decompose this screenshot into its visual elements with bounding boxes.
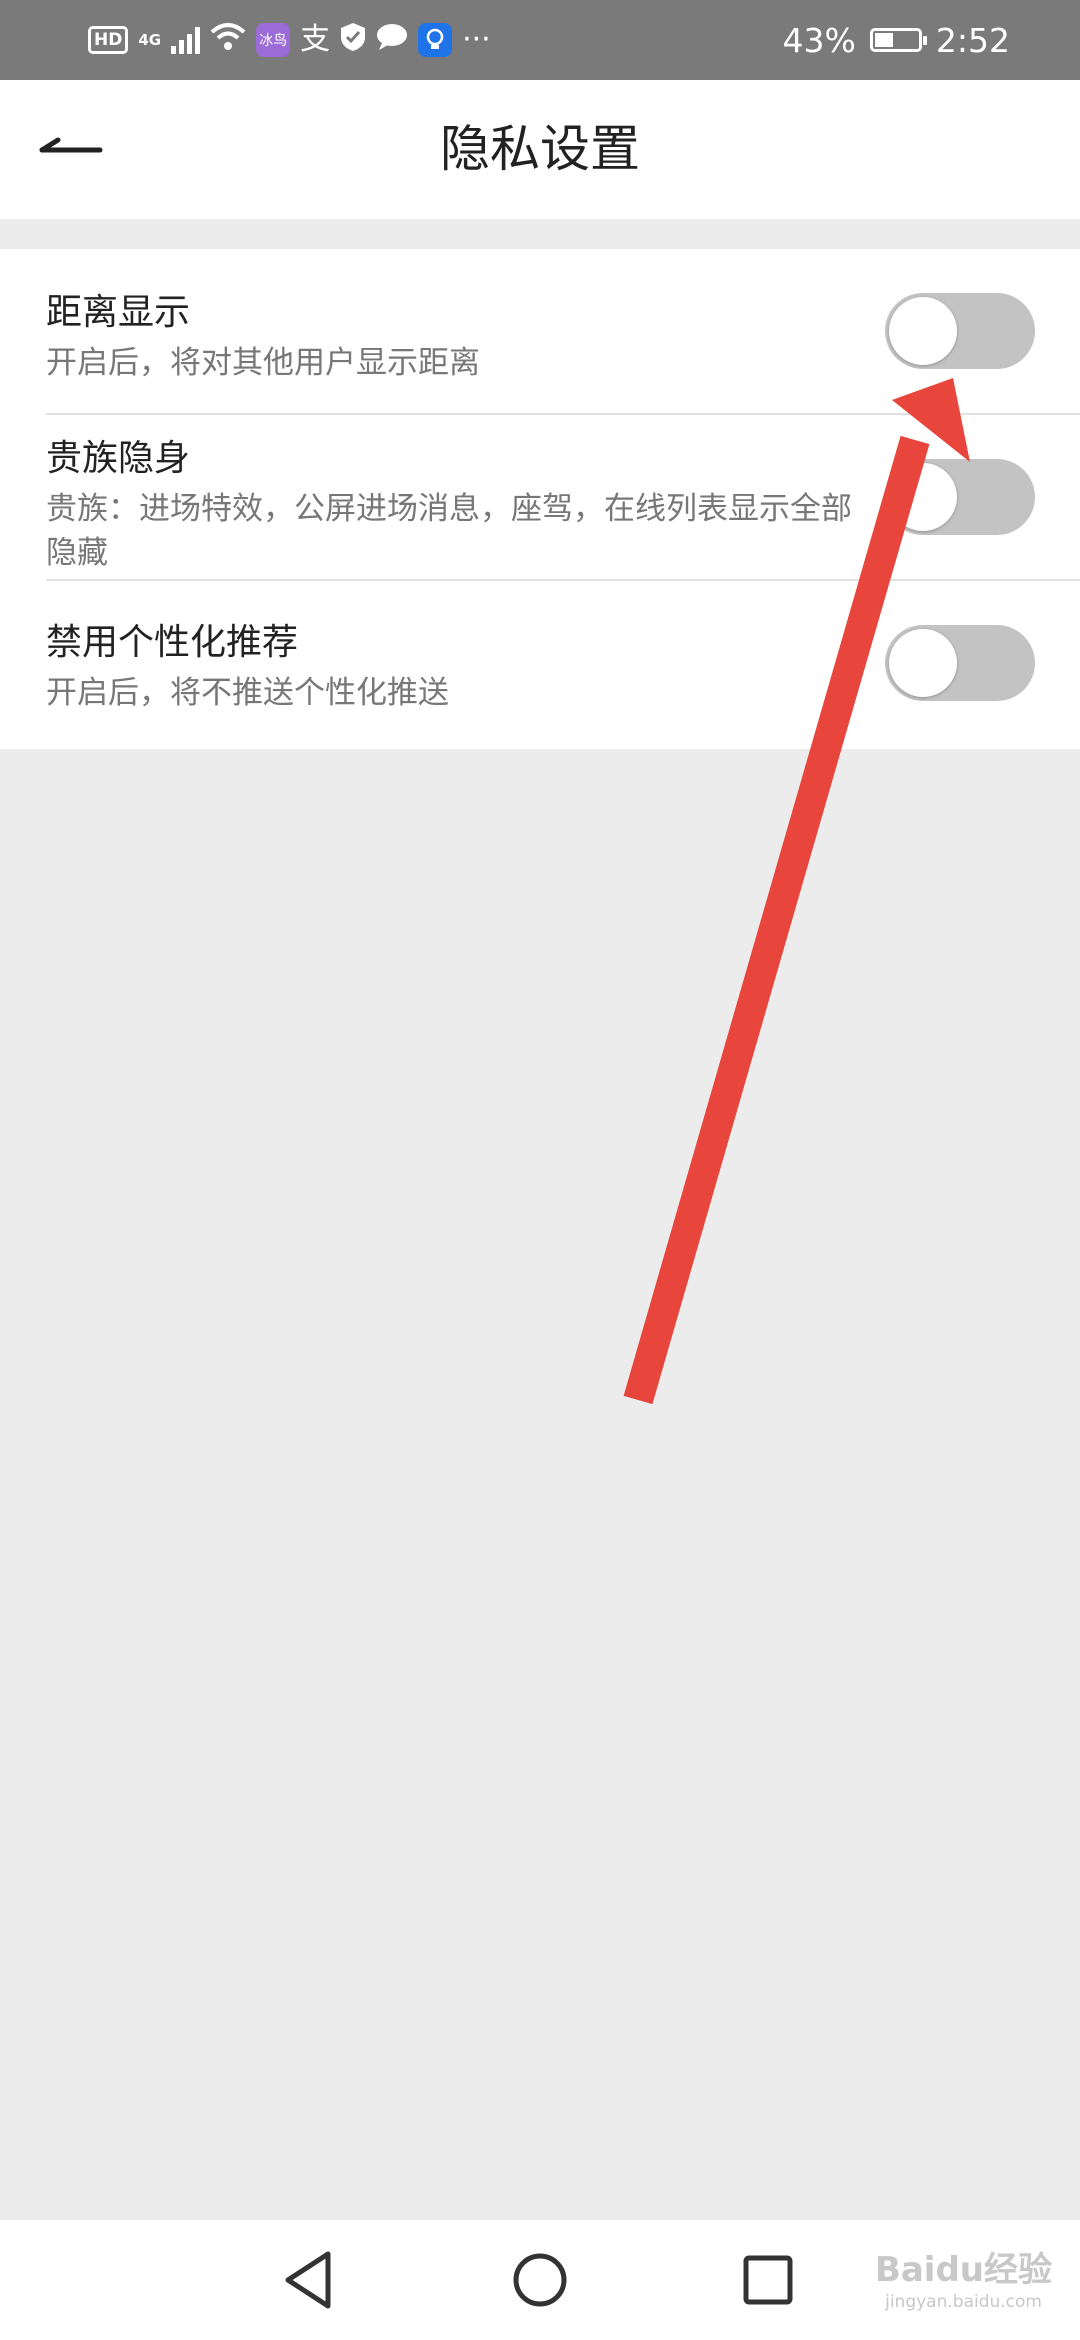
setting-description: 开启后，将对其他用户显示距离 <box>46 345 480 381</box>
toggle-knob <box>889 629 957 697</box>
setting-title: 距离显示 <box>46 292 191 333</box>
wifi-icon <box>210 22 246 58</box>
hd-indicator: HD <box>88 26 129 54</box>
baidu-watermark-url: jingyan.baidu.com <box>885 2292 1042 2312</box>
shield-icon <box>340 22 366 58</box>
signal-icon <box>171 26 201 54</box>
nav-back-button[interactable] <box>270 2240 350 2320</box>
network-type: 4G <box>138 31 162 49</box>
circle-home-icon <box>513 2253 567 2307</box>
toggle-knob <box>889 297 957 365</box>
setting-description: 贵族：进场特效，公屏进场消息，座驾，在线列表显示全部隐藏 <box>46 491 852 571</box>
baidu-watermark: Baidu经验 <box>874 2250 1052 2290</box>
square-recents-icon <box>743 2255 793 2305</box>
toggle-knob <box>889 463 957 531</box>
setting-row-distance-display[interactable]: 距离显示 开启后，将对其他用户显示距离 <box>0 249 1080 415</box>
nav-home-button[interactable] <box>500 2240 580 2320</box>
triangle-back-icon <box>285 2251 331 2309</box>
setting-title: 贵族隐身 <box>46 438 191 479</box>
alipay-icon: 支 <box>300 22 331 57</box>
nav-recents-button[interactable] <box>728 2240 808 2320</box>
setting-row-noble-invisible[interactable]: 贵族隐身 贵族：进场特效，公屏进场消息，座驾，在线列表显示全部隐藏 <box>0 415 1080 581</box>
noble-invisible-toggle[interactable] <box>885 459 1035 535</box>
lightbulb-icon <box>418 23 453 57</box>
setting-description: 开启后，将不推送个性化推送 <box>46 675 449 711</box>
battery-icon <box>869 28 927 52</box>
status-bar: HD 4G 冰鸟 支 ··· 43% 2:52 <box>0 0 1080 80</box>
status-icons-right: 43% 2:52 <box>783 0 1010 80</box>
setting-row-disable-personalized-recommendation[interactable]: 禁用个性化推荐 开启后，将不推送个性化推送 <box>0 581 1080 749</box>
app-header: 隐私设置 <box>0 80 1080 219</box>
clock: 2:52 <box>935 20 1010 60</box>
status-icons-left: HD 4G 冰鸟 支 ··· <box>88 0 491 80</box>
disable-personalized-recommendation-toggle[interactable] <box>885 625 1035 701</box>
privacy-settings-list: 距离显示 开启后，将对其他用户显示距离 贵族隐身 贵族：进场特效，公屏进场消息，… <box>0 249 1080 749</box>
more-notifications-icon: ··· <box>462 22 491 57</box>
battery-percent: 43% <box>782 20 856 60</box>
message-icon <box>376 23 408 57</box>
distance-display-toggle[interactable] <box>885 293 1035 369</box>
page-title: 隐私设置 <box>440 120 640 178</box>
system-navigation-bar: Baidu经验 jingyan.baidu.com <box>0 2220 1080 2340</box>
setting-title: 禁用个性化推荐 <box>46 622 299 663</box>
battery-level <box>874 33 893 47</box>
app-notification-icon: 冰鸟 <box>256 23 291 57</box>
